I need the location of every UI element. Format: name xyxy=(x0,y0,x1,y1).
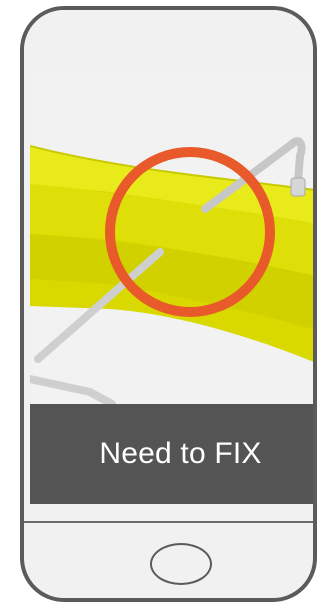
render-viewport xyxy=(30,74,313,404)
caption-bar: Need to FIX xyxy=(30,404,313,504)
grey-rod-cap xyxy=(290,177,306,197)
top-bezel xyxy=(24,10,313,74)
bottom-bezel-divider xyxy=(24,521,313,523)
caption-text: Need to FIX xyxy=(99,437,262,470)
phone-mockup: Need to FIX xyxy=(20,6,317,602)
home-button[interactable] xyxy=(150,543,212,585)
screen-image xyxy=(30,74,313,404)
